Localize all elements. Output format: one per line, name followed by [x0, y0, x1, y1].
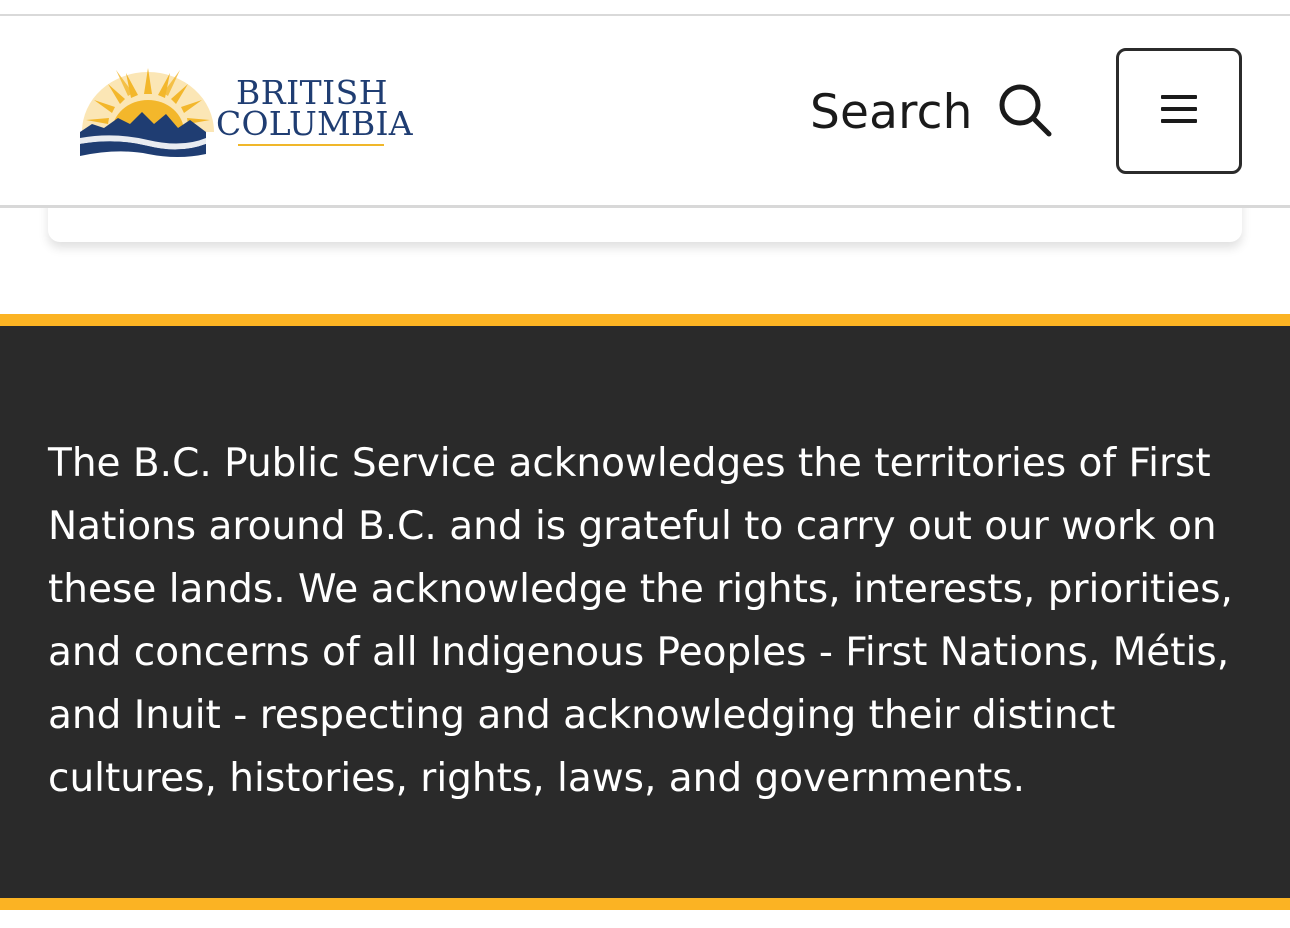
- hamburger-menu-icon: [1159, 92, 1199, 130]
- bc-gov-logo[interactable]: BRITISH COLUMBIA: [78, 58, 413, 158]
- logo-underline: [238, 144, 384, 146]
- menu-button[interactable]: [1116, 48, 1242, 174]
- bc-sun-mountains-logo-icon: [80, 68, 214, 157]
- page-bottom: [0, 910, 1290, 928]
- site-header: BRITISH COLUMBIA Search: [0, 16, 1290, 208]
- top-divider: [0, 0, 1290, 16]
- search-button[interactable]: Search: [810, 80, 1055, 144]
- land-acknowledgement-text: The B.C. Public Service acknowledges the…: [48, 441, 1233, 801]
- logo-wordmark: BRITISH COLUMBIA: [216, 76, 413, 140]
- search-label: Search: [810, 84, 973, 140]
- logo-line-columbia: COLUMBIA: [216, 104, 413, 143]
- land-acknowledgement: The B.C. Public Service acknowledges the…: [0, 314, 1290, 910]
- search-icon: [995, 80, 1055, 144]
